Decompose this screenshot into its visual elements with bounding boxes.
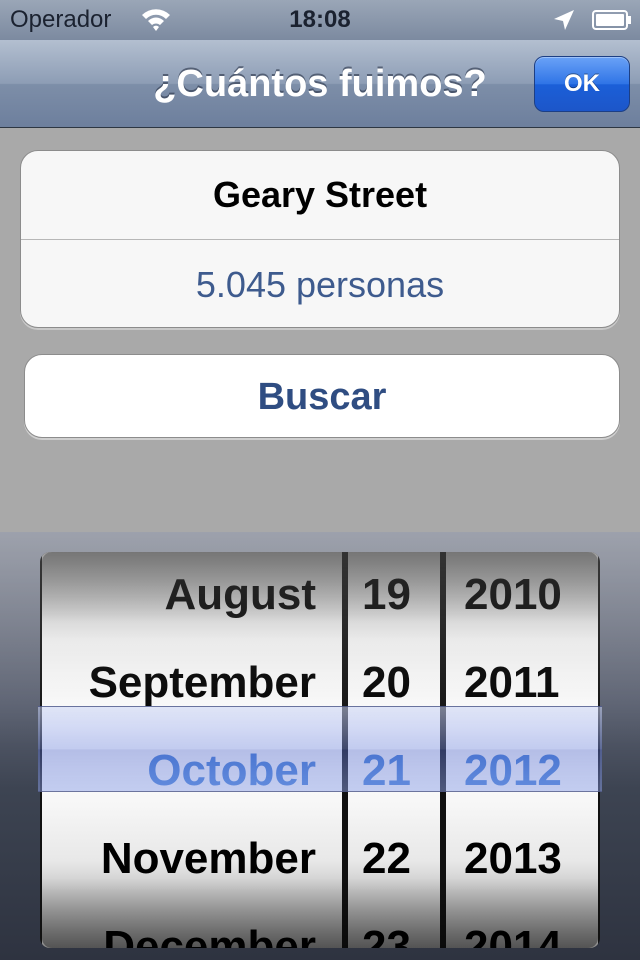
ok-button[interactable]: OK [534,56,630,112]
picker-frame: August September October November Decemb… [40,552,600,948]
month-option[interactable]: November [42,815,342,903]
content-area: Geary Street 5.045 personas Buscar [0,128,640,532]
day-option[interactable]: 23 [348,903,440,948]
battery-icon [592,10,631,30]
status-time: 18:08 [289,6,351,33]
status-bar: Operador 18:08 [0,0,640,40]
month-option[interactable]: December [42,903,342,948]
people-count: 5.045 personas [195,264,445,305]
month-option-selected[interactable]: October [42,727,342,815]
day-option[interactable]: 19 [348,552,440,639]
month-option[interactable]: August [42,552,342,639]
year-option[interactable]: 2013 [446,815,598,903]
year-option[interactable]: 2010 [446,552,598,639]
result-group: Geary Street 5.045 personas [20,150,620,328]
year-wheel[interactable]: 2010 2011 2012 2013 2014 [446,552,598,948]
year-option-selected[interactable]: 2012 [446,727,598,815]
month-option[interactable]: September [42,639,342,727]
location-label: Geary Street [21,151,619,240]
location-icon [554,10,574,30]
month-wheel[interactable]: August September October November Decemb… [42,552,342,948]
navigation-bar: ¿Cuántos fuimos? OK [0,40,640,128]
day-wheel[interactable]: 19 20 21 22 23 [348,552,440,948]
day-option-selected[interactable]: 21 [348,727,440,815]
day-option[interactable]: 22 [348,815,440,903]
year-option[interactable]: 2011 [446,639,598,727]
year-option[interactable]: 2014 [446,903,598,948]
date-picker[interactable]: August September October November Decemb… [0,532,640,960]
search-button[interactable]: Buscar [24,354,620,438]
day-option[interactable]: 20 [348,639,440,727]
